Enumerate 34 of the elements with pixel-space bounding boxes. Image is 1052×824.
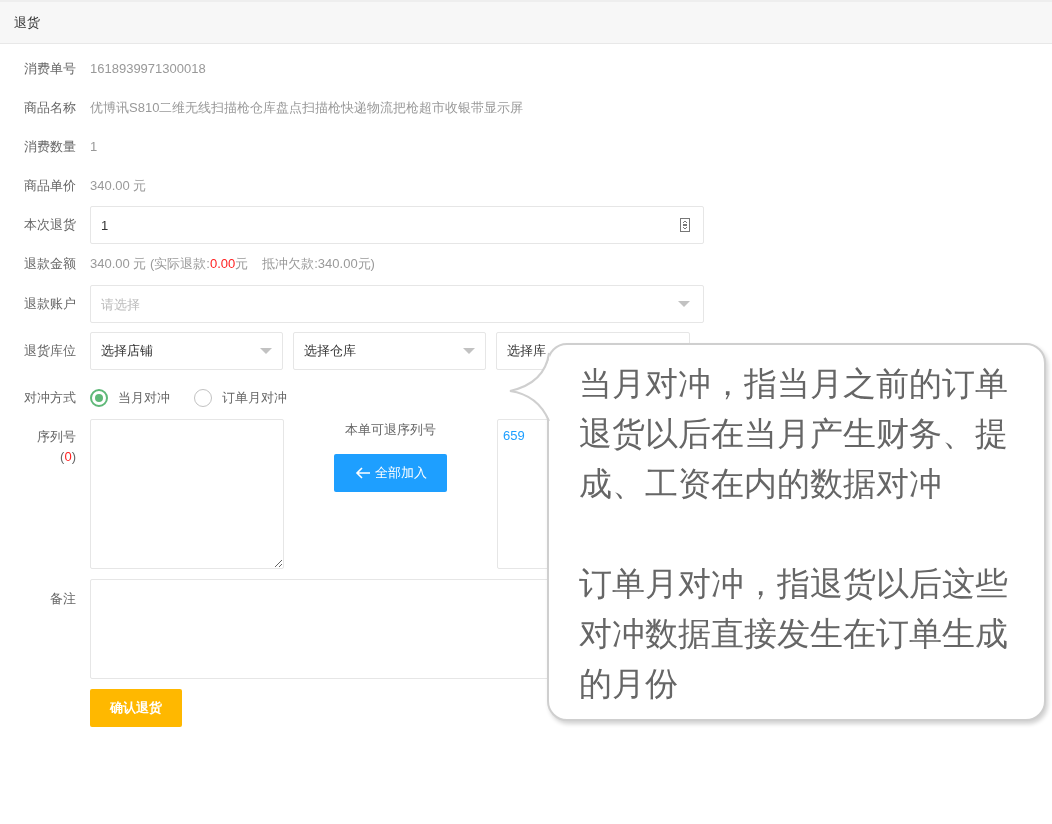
account-select[interactable]: 请选择	[90, 285, 704, 323]
offset-amount-text: 抵冲欠款:340.00元)	[262, 255, 375, 274]
location-select[interactable]: 选择仓库	[293, 332, 486, 370]
serial-count: (0)	[59, 448, 76, 466]
field-label: 退货库位	[24, 343, 76, 359]
field-label: 商品名称	[24, 100, 76, 116]
panel-title: 退货	[14, 13, 40, 32]
dropdown-arrow-icon[interactable]	[463, 348, 475, 354]
available-serials-label: 本单可退序列号	[345, 421, 436, 439]
quantity-field[interactable]: 1	[90, 206, 704, 244]
dropdown-arrow-icon[interactable]	[260, 348, 272, 354]
field-label: 退款金额	[24, 256, 76, 272]
field-label: 对冲方式	[24, 390, 76, 406]
refund-amount-text: 340.00 元 (实际退款:0.00元	[90, 255, 249, 274]
field-label: 序列号	[36, 428, 76, 446]
field-value: 1618939971300018	[90, 60, 206, 79]
field-value: 340.00 元	[90, 177, 147, 196]
serial-input[interactable]	[90, 419, 284, 569]
location-select[interactable]: 选择店铺	[90, 332, 283, 370]
radio-option[interactable]: 订单月对冲	[194, 388, 287, 408]
radio-option[interactable]: 当月对冲	[90, 388, 170, 408]
field-label: 消费单号	[24, 61, 76, 77]
arrow-left-icon	[354, 465, 371, 480]
field-label: 退款账户	[24, 296, 76, 312]
callout-text: 订单月对冲，指退货以后这些对冲数据直接发生在订单生成的月份	[579, 564, 1009, 704]
field-label: 消费数量	[24, 139, 76, 155]
field-value: 1	[90, 138, 98, 157]
dropdown-arrow-icon[interactable]	[678, 301, 690, 307]
field-value: 优博讯S810二维无线扫描枪仓库盘点扫描枪快递物流把枪超市收银带显示屏	[90, 99, 524, 118]
field-label: 备注	[50, 591, 76, 606]
field-label: 商品单价	[24, 178, 76, 194]
callout-text: 当月对冲，指当月之前的订单退货以后在当月产生财务、提成、工资在内的数据对冲	[579, 364, 1009, 504]
spinner-icon[interactable]	[680, 218, 690, 232]
field-label: 本次退货	[24, 217, 76, 233]
